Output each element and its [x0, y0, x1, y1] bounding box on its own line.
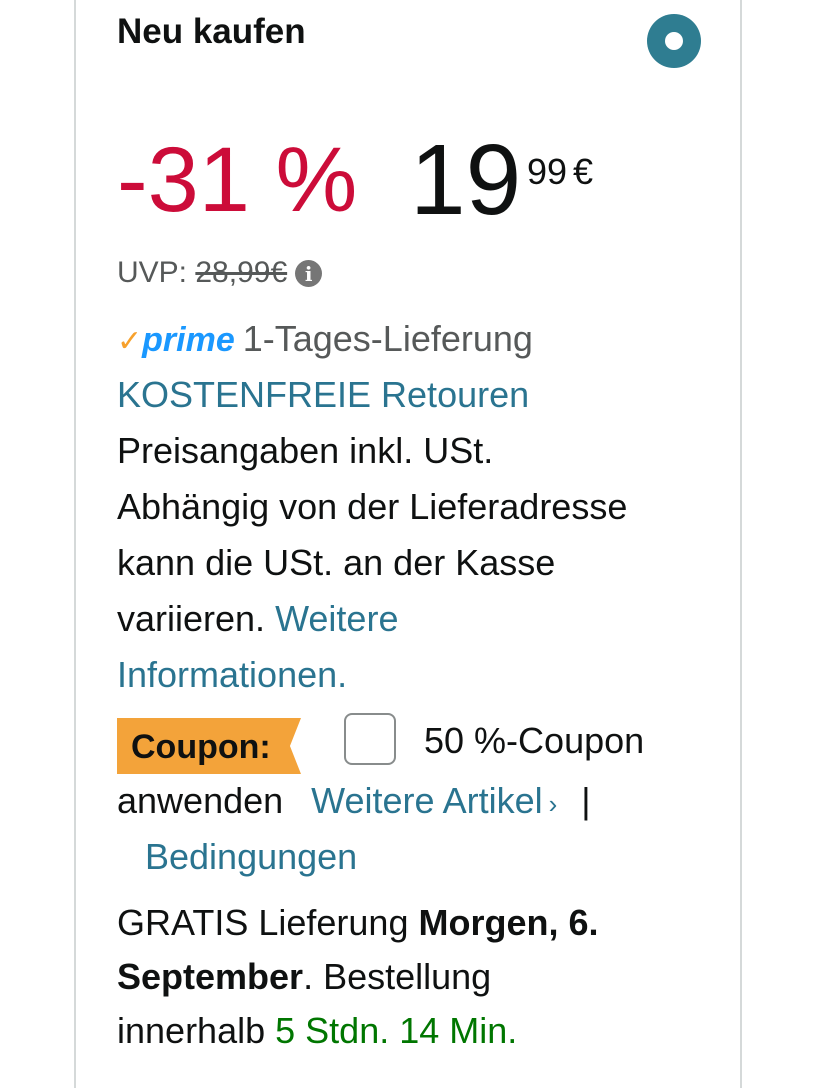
more-items-link[interactable]: Weitere Artikel ›: [311, 780, 557, 821]
prime-delivery-row: ✓prime 1-Tages-Lieferung: [117, 318, 533, 360]
discount-percentage: -31 %: [117, 129, 358, 231]
coupon-badge: Coupon:: [117, 718, 301, 774]
separator: |: [581, 780, 591, 821]
free-returns-link[interactable]: KOSTENFREIE Retouren: [117, 374, 529, 416]
buy-new-heading: Neu kaufen: [117, 12, 306, 51]
prime-delivery-text: 1-Tages-Lieferung: [242, 318, 533, 359]
prime-logo: prime: [142, 321, 235, 359]
coupon-apply-text[interactable]: anwenden: [117, 780, 283, 821]
chevron-right-icon: ›: [548, 789, 558, 819]
prime-check-icon: ✓: [117, 325, 143, 358]
tax-line-4: variieren. Weitere: [117, 598, 398, 640]
tax-line-3: kann die USt. an der Kasse: [117, 542, 556, 583]
more-info-link-part2[interactable]: Informationen.: [117, 654, 347, 696]
buy-new-radio-button[interactable]: [647, 14, 701, 68]
price-fraction: 99 €: [527, 154, 593, 190]
delivery-line-2: September. Bestellung: [117, 956, 491, 998]
more-info-link-part1[interactable]: Weitere: [275, 598, 398, 639]
delivery-prefix: GRATIS Lieferung: [117, 902, 409, 943]
delivery-line-1: GRATIS Lieferung Morgen, 6.: [117, 902, 599, 944]
delivery-date-part2: September: [117, 956, 304, 997]
list-price: UVP: 28,99€ i: [117, 256, 323, 290]
tax-line-4-text: variieren.: [117, 598, 266, 639]
price-currency: €: [573, 151, 594, 192]
tax-line-2: Abhängig von der Lieferadresse: [117, 486, 628, 527]
info-icon[interactable]: i: [295, 260, 323, 287]
tax-line-1: Preisangaben inkl. USt.: [117, 430, 494, 471]
terms-link[interactable]: Bedingungen: [145, 836, 357, 878]
coupon-line-2: anwenden Weitere Artikel › |: [117, 780, 591, 822]
delivery-line-3: innerhalb 5 Stdn. 14 Min.: [117, 1010, 517, 1052]
uvp-value: 28,99€: [195, 256, 288, 289]
delivery-within: innerhalb: [117, 1010, 266, 1051]
coupon-checkbox[interactable]: [344, 713, 396, 765]
delivery-date-part1: Morgen, 6.: [418, 902, 599, 943]
uvp-label: UVP:: [117, 256, 188, 289]
more-items-label: Weitere Artikel: [311, 780, 543, 821]
price-fraction-digits: 99: [527, 151, 568, 192]
delivery-suffix: . Bestellung: [303, 956, 492, 997]
delivery-countdown: 5 Stdn. 14 Min.: [275, 1010, 518, 1051]
price-whole: 19: [410, 124, 522, 236]
coupon-label[interactable]: 50 %-Coupon: [424, 720, 644, 762]
